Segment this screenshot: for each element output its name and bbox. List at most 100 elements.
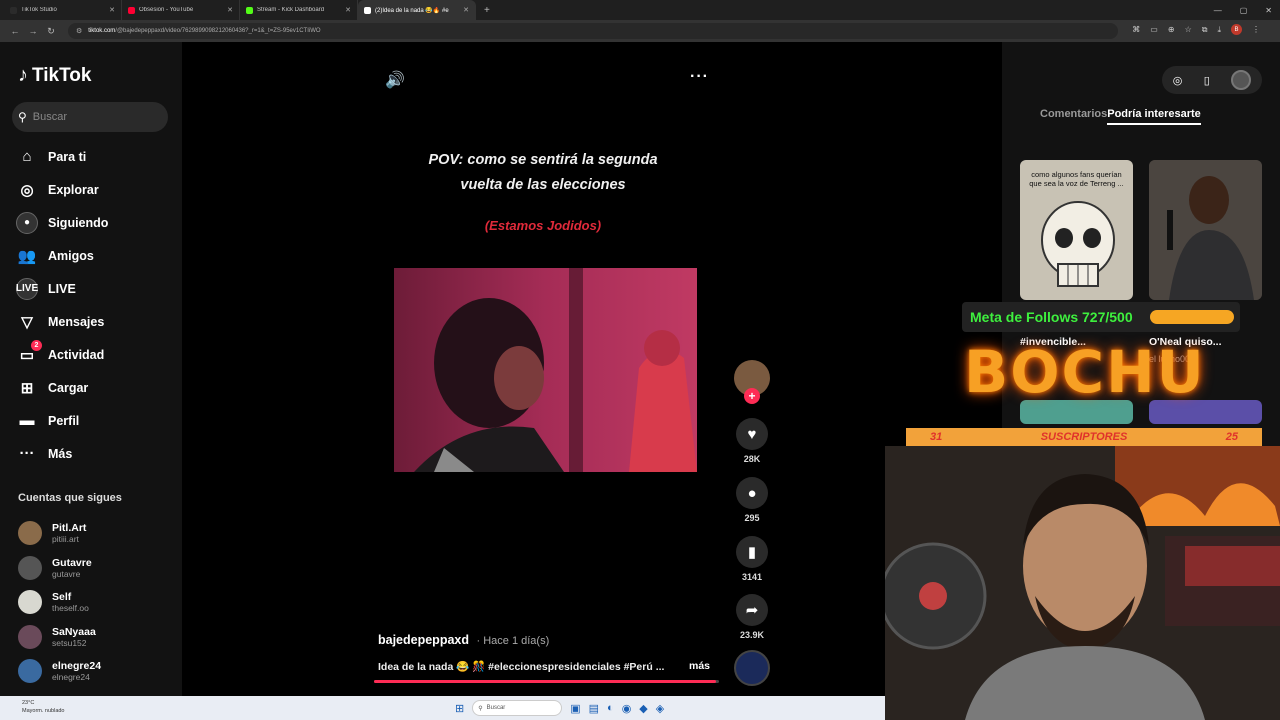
like-count: 28K: [743, 454, 761, 464]
video-frame-illustration: [394, 268, 697, 472]
taskbar-icons: ⊞ ⚲ Buscar ▣ ▤ ◐ ◉ ◆ ◈: [455, 700, 664, 716]
tab-close-icon[interactable]: ✕: [227, 6, 233, 14]
browser-menu-icon[interactable]: ⋮: [1252, 25, 1260, 34]
taskbar-search[interactable]: ⚲ Buscar: [472, 700, 563, 716]
video-player[interactable]: 🔊 ··· POV: como se sentirá la segunda vu…: [182, 42, 1002, 696]
tab-close-icon[interactable]: ✕: [109, 6, 115, 14]
weather-widget[interactable]: 23°C Mayorm. nublado: [22, 699, 65, 715]
progress-fill: [374, 680, 716, 683]
sidebar-item-m-s[interactable]: ··· Más: [16, 437, 176, 470]
avatar: [18, 659, 42, 684]
sidebar-item-perfil[interactable]: ▬ Perfil: [16, 404, 176, 437]
tab-close-icon[interactable]: ✕: [345, 6, 351, 14]
following-user[interactable]: Gutavre gutavre: [18, 551, 178, 586]
thumb1-title[interactable]: #invencible...: [1020, 336, 1086, 348]
activity-icon: ▭ 2: [16, 339, 42, 366]
avatar: [18, 521, 42, 546]
share-icon[interactable]: ➦: [736, 594, 768, 626]
thumb2-title[interactable]: O'Neal quiso...: [1149, 336, 1222, 348]
cast-icon[interactable]: ▭: [1150, 25, 1158, 34]
following-handle: elnegre24: [52, 672, 90, 683]
sidebar-item-live[interactable]: LIVE LIVE: [16, 272, 176, 305]
weather-desc: Mayorm. nublado: [22, 708, 65, 714]
sidebar-item-actividad[interactable]: ▭ 2 Actividad: [16, 338, 176, 371]
more-description-button[interactable]: más: [689, 660, 710, 672]
recommended-video-3[interactable]: [1020, 400, 1133, 424]
following-name: elnegre24: [52, 660, 102, 673]
close-window-icon[interactable]: ✕: [1265, 6, 1272, 15]
following-user[interactable]: Self theself.oo: [18, 585, 178, 620]
following-handle: pitiii.art: [52, 534, 79, 545]
extensions-icon[interactable]: ⧉: [1202, 25, 1208, 35]
tab-title: Obsesion - YouTube: [139, 7, 194, 13]
creator-info: bajedepeppaxd · Hace 1 día(s): [378, 633, 549, 647]
following-user[interactable]: Pitl.Art pitiii.art: [18, 516, 178, 551]
sidebar-item-label: Para ti: [48, 149, 87, 164]
minimize-icon[interactable]: —: [1214, 6, 1222, 15]
compass-icon[interactable]: ◎: [1173, 74, 1183, 87]
sidebar-item-mensajes[interactable]: ▽ Mensajes: [16, 305, 176, 338]
follow-plus-icon[interactable]: +: [744, 388, 760, 404]
search-input[interactable]: ⚲ Buscar: [12, 102, 168, 132]
windows-start-icon[interactable]: ⊞: [455, 702, 464, 715]
user-avatar[interactable]: [1231, 70, 1252, 90]
sidebar-item-explorar[interactable]: ◎ Explorar: [16, 173, 176, 206]
edge-icon[interactable]: ◐: [607, 702, 614, 714]
video-frame: [394, 268, 697, 472]
browser-tab[interactable]: Stream - Kick Dashboard ✕: [240, 0, 358, 20]
volume-icon[interactable]: 🔊: [385, 70, 405, 90]
save-count: 3141: [741, 572, 763, 582]
comment-icon[interactable]: ●: [736, 477, 768, 509]
sidebar-item-amigos[interactable]: 👥 Amigos: [16, 239, 176, 272]
video-progress-bar[interactable]: [374, 680, 719, 683]
windows-taskbar: 23°C Mayorm. nublado ⊞ ⚲ Buscar ▣ ▤ ◐ ◉ …: [0, 696, 885, 720]
phone-icon[interactable]: ▯: [1204, 74, 1210, 87]
sidebar-item-label: LIVE: [48, 281, 76, 296]
tiktok-logo[interactable]: ♪ TikTok: [18, 64, 91, 87]
tab-title: TikTok Studio: [21, 7, 57, 13]
like-icon[interactable]: ♥: [736, 418, 768, 450]
downloads-icon[interactable]: ⤓: [1217, 25, 1221, 35]
maximize-icon[interactable]: ▢: [1240, 6, 1248, 15]
following-user[interactable]: SaNyaaa setsu152: [18, 620, 178, 655]
sidebar: ♪ TikTok ⚲ Buscar ⌂ Para ti ◎ Explorar ● S…: [0, 42, 182, 696]
music-disc-icon[interactable]: [734, 650, 770, 686]
new-tab-button[interactable]: +: [484, 5, 490, 16]
sidebar-item-para-ti[interactable]: ⌂ Para ti: [16, 140, 176, 173]
file-explorer-icon[interactable]: ▤: [589, 702, 599, 715]
sidebar-item-label: Explorar: [48, 182, 99, 197]
tab-close-icon[interactable]: ✕: [463, 6, 469, 14]
creator-name[interactable]: bajedepeppaxd: [378, 633, 469, 647]
tab-recommended[interactable]: Podría interesarte: [1107, 108, 1201, 125]
following-user[interactable]: elnegre24 elnegre24: [18, 654, 178, 689]
browser-tab[interactable]: Obsesion - YouTube ✕: [122, 0, 240, 20]
task-view-icon[interactable]: ▣: [570, 702, 580, 715]
browser-tab[interactable]: (2)Idea de la nada 😂🔥 #e ✕: [358, 0, 476, 20]
sidebar-item-cargar[interactable]: ⊞ Cargar: [16, 371, 176, 404]
forward-icon[interactable]: →: [24, 26, 42, 36]
discord-icon[interactable]: ◈: [656, 702, 664, 715]
tab-comments[interactable]: Comentarios: [1040, 108, 1107, 125]
translate-icon[interactable]: ⌘: [1132, 25, 1140, 34]
share-count: 23.9K: [739, 630, 765, 640]
caption-red: (Estamos Jodidos): [484, 218, 602, 233]
reload-icon[interactable]: ↻: [42, 26, 60, 37]
address-bar-row: ← → ↻ ⚙ tiktok.com /@bajedepeppaxd/video…: [0, 20, 1280, 42]
bookmark-icon[interactable]: ▮: [736, 536, 768, 568]
recommended-video-1[interactable]: como algunos fans querían que sea la voz…: [1020, 160, 1133, 300]
url-field[interactable]: ⚙ tiktok.com /@bajedepeppaxd/video/76298…: [68, 23, 1118, 39]
home-icon: ⌂: [22, 148, 32, 165]
site-info-icon[interactable]: ⚙: [76, 27, 82, 35]
video-description: Idea de la nada 😂 🎊 #eleccionespresidenc…: [378, 661, 665, 673]
recommended-video-2[interactable]: [1149, 160, 1262, 300]
recommended-video-4[interactable]: [1149, 400, 1262, 424]
profile-avatar[interactable]: B: [1231, 24, 1242, 35]
sidebar-item-siguiendo[interactable]: ● Siguiendo: [16, 206, 176, 239]
back-icon[interactable]: ←: [6, 26, 24, 36]
zoom-icon[interactable]: ⊕: [1168, 25, 1175, 34]
bookmark-star-icon[interactable]: ☆: [1185, 25, 1192, 34]
more-options-icon[interactable]: ···: [690, 68, 709, 86]
chrome-icon[interactable]: ◉: [622, 702, 632, 715]
browser-tab[interactable]: TikTok Studio ✕: [4, 0, 122, 20]
app-icon[interactable]: ◆: [639, 702, 647, 715]
